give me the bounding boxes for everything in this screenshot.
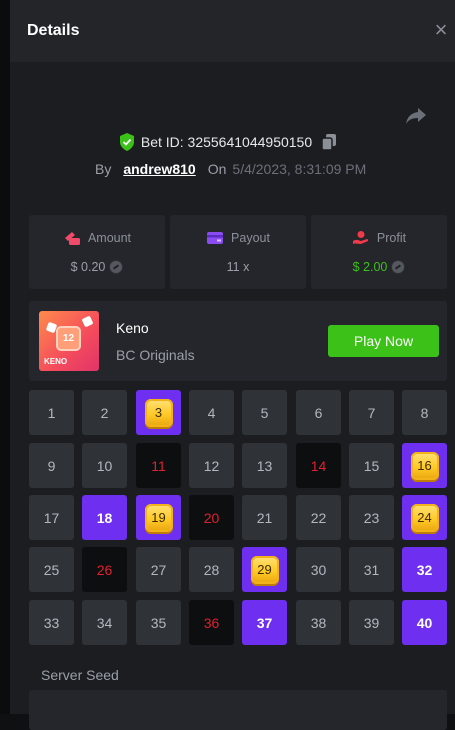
copy-icon[interactable] [322,134,337,150]
amount-label: Amount [87,231,132,245]
server-seed-field[interactable] [29,690,447,730]
gem-icon: 19 [144,503,173,532]
username-link[interactable]: andrew810 [123,161,195,177]
keno-cell-32[interactable]: 32 [402,547,447,592]
bet-date: 5/4/2023, 8:31:09 PM [232,161,367,177]
keno-cell-30[interactable]: 30 [296,547,341,592]
by-label: By [95,161,112,177]
details-title: Details [27,22,80,39]
keno-cell-15[interactable]: 15 [349,443,394,488]
gem-icon: 3 [144,398,173,427]
keno-cell-4[interactable]: 4 [189,390,234,435]
keno-cell-20[interactable]: 20 [189,495,234,540]
keno-cell-23[interactable]: 23 [349,495,394,540]
stats-row: Amount $ 0.20 Payout 11 x Profit $ 2.00 [29,215,447,289]
keno-cell-24[interactable]: 24 [402,495,447,540]
keno-cell-40[interactable]: 40 [402,600,447,645]
keno-cell-11[interactable]: 11 [136,443,181,488]
keno-cell-28[interactable]: 28 [189,547,234,592]
keno-cell-1[interactable]: 1 [29,390,74,435]
keno-cell-9[interactable]: 9 [29,443,74,488]
keno-cell-34[interactable]: 34 [82,600,127,645]
game-name: Keno [116,320,149,336]
backdrop-strip [0,0,10,714]
keno-cell-22[interactable]: 22 [296,495,341,540]
profit-label: Profit [376,231,407,245]
keno-cell-27[interactable]: 27 [136,547,181,592]
keno-cell-14[interactable]: 14 [296,443,341,488]
keno-cell-33[interactable]: 33 [29,600,74,645]
keno-cell-31[interactable]: 31 [349,547,394,592]
verified-shield-icon [119,133,134,151]
gem-icon: 16 [410,451,439,480]
keno-cell-36[interactable]: 36 [189,600,234,645]
details-header: Details × [10,0,455,62]
thumb-chip-icon [81,315,94,328]
bet-meta-row: By andrew810 On 5/4/2023, 8:31:09 PM [95,159,366,179]
thumb-label: KENO [44,357,68,366]
close-button[interactable]: × [431,18,451,42]
game-provider: BC Originals [116,347,195,363]
payout-card: Payout 11 x [170,215,306,289]
keno-cell-6[interactable]: 6 [296,390,341,435]
keno-cell-37[interactable]: 37 [242,600,287,645]
amount-card: Amount $ 0.20 [29,215,165,289]
keno-cell-25[interactable]: 25 [29,547,74,592]
payout-value: 11 x [226,260,250,274]
bet-id: Bet ID: 3255641044950150 [140,134,313,150]
amount-value: $ 0.20 [70,260,106,274]
keno-cell-26[interactable]: 26 [82,547,127,592]
keno-cell-12[interactable]: 12 [189,443,234,488]
keno-cell-35[interactable]: 35 [136,600,181,645]
amount-icon [64,232,80,245]
on-label: On [207,161,227,177]
keno-cell-8[interactable]: 8 [402,390,447,435]
server-seed-label: Server Seed [41,667,119,683]
keno-cell-39[interactable]: 39 [349,600,394,645]
payout-icon [207,232,224,244]
keno-cell-7[interactable]: 7 [349,390,394,435]
keno-cell-3[interactable]: 3 [136,390,181,435]
keno-cell-29[interactable]: 29 [242,547,287,592]
share-icon [406,108,426,124]
gem-icon: 24 [410,503,439,532]
game-card: 12 KENO Keno BC Originals Play Now [29,301,447,381]
profit-value: $ 2.00 [352,260,388,274]
payout-label: Payout [231,231,270,245]
keno-thumbnail[interactable]: 12 KENO [39,311,99,371]
keno-cell-13[interactable]: 13 [242,443,287,488]
keno-cell-38[interactable]: 38 [296,600,341,645]
keno-cell-10[interactable]: 10 [82,443,127,488]
currency-coin-icon [391,260,406,274]
keno-cell-2[interactable]: 2 [82,390,127,435]
keno-cell-19[interactable]: 19 [136,495,181,540]
keno-cell-18[interactable]: 18 [82,495,127,540]
keno-cell-16[interactable]: 16 [402,443,447,488]
keno-cell-5[interactable]: 5 [242,390,287,435]
profit-icon [352,231,369,244]
keno-cell-21[interactable]: 21 [242,495,287,540]
profit-card: Profit $ 2.00 [311,215,447,289]
keno-cell-17[interactable]: 17 [29,495,74,540]
keno-ball-icon: 12 [56,326,81,351]
currency-coin-icon [109,260,124,274]
bet-id-row: Bet ID: 3255641044950150 [0,131,455,153]
close-icon: × [434,17,448,42]
share-button[interactable] [404,103,428,127]
play-now-button[interactable]: Play Now [328,325,439,357]
gem-icon: 29 [250,555,279,584]
